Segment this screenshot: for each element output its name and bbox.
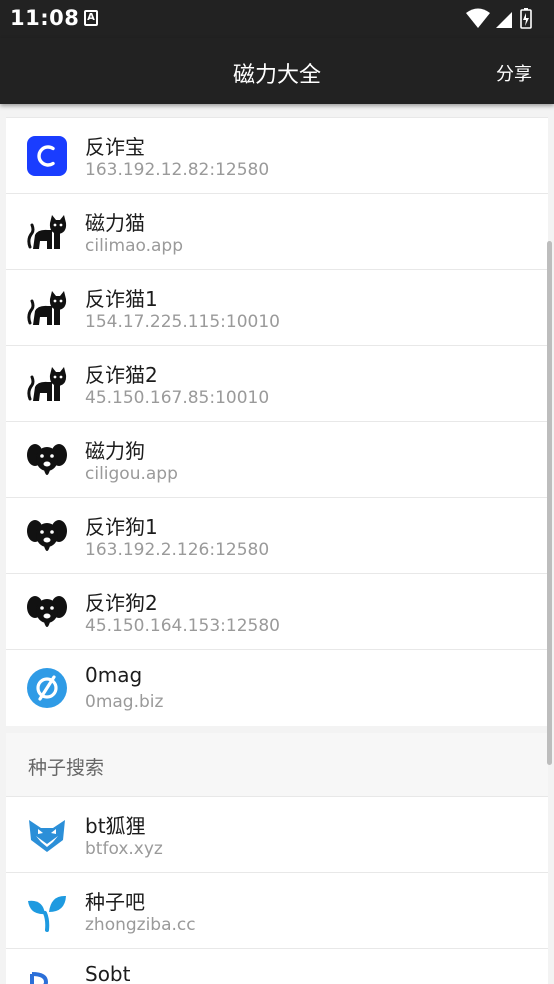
dog-icon (27, 520, 67, 551)
site-address: 154.17.225.115:10010 (85, 312, 280, 332)
empty-set-icon (27, 668, 67, 708)
page-title: 磁力大全 (232, 63, 321, 88)
list-item[interactable]: 反诈狗1 163.192.2.126:12580 (6, 498, 548, 574)
cat-icon (27, 291, 67, 325)
list-item[interactable]: 种子吧 zhongziba.cc (6, 873, 548, 949)
app-bar: 磁力大全 分享 (0, 38, 554, 104)
site-list: 反诈宝 163.192.12.82:12580 磁力猫 cilimao.app (6, 117, 548, 726)
site-address: cilimao.app (85, 236, 183, 256)
site-name: 反诈猫1 (85, 287, 158, 311)
site-name: 磁力猫 (85, 211, 145, 235)
list-item[interactable]: 0mag 0mag.biz (6, 650, 548, 726)
dog-icon (27, 596, 67, 627)
cat-icon (27, 367, 67, 401)
site-address: 45.150.167.85:10010 (85, 388, 270, 408)
site-name: 反诈狗1 (85, 515, 158, 539)
share-button[interactable]: 分享 (496, 60, 532, 86)
site-address: 45.150.164.153:12580 (85, 616, 280, 636)
cat-icon (27, 215, 67, 249)
site-address: zhongziba.cc (85, 915, 196, 935)
torrent-site-list: bt狐狸 btfox.xyz 种子吧 zhongziba.cc Sobt (6, 797, 548, 984)
site-name: 0mag (85, 663, 143, 687)
status-icons (466, 8, 532, 29)
wifi-icon (466, 8, 490, 28)
list-item[interactable]: 磁力猫 cilimao.app (6, 194, 548, 270)
sobt-logo-icon (30, 972, 49, 984)
signal-icon (496, 12, 512, 28)
site-name: bt狐狸 (85, 814, 146, 838)
site-name: 反诈猫2 (85, 363, 158, 387)
site-name: Sobt (85, 962, 131, 984)
site-name: 反诈狗2 (85, 591, 158, 615)
site-name: 种子吧 (85, 890, 145, 914)
list-item[interactable]: 反诈猫1 154.17.225.115:10010 (6, 270, 548, 346)
list-item[interactable]: 反诈狗2 45.150.164.153:12580 (6, 574, 548, 650)
site-name: 反诈宝 (85, 135, 145, 159)
list-item[interactable]: 反诈宝 163.192.12.82:12580 (6, 118, 548, 194)
sprout-icon (28, 895, 66, 932)
list-item[interactable]: 反诈猫2 45.150.167.85:10010 (6, 346, 548, 422)
content-list[interactable]: 反诈宝 163.192.12.82:12580 磁力猫 cilimao.app (0, 104, 554, 984)
section-header-torrent-search: 种子搜索 (6, 733, 548, 797)
section-title: 种子搜索 (28, 757, 105, 779)
status-time: 11:08 (10, 6, 80, 30)
site-address: ciligou.app (85, 464, 178, 484)
c-logo-icon (27, 136, 67, 176)
scrollbar[interactable] (547, 241, 552, 765)
site-address: 0mag.biz (85, 692, 164, 712)
list-item[interactable]: bt狐狸 btfox.xyz (6, 797, 548, 873)
dog-icon (27, 444, 67, 475)
fox-icon (29, 820, 65, 852)
site-name: 磁力狗 (85, 439, 145, 463)
status-bar: 11:08 A (0, 0, 554, 38)
list-item[interactable]: 磁力狗 ciligou.app (6, 422, 548, 498)
site-address: 163.192.2.126:12580 (85, 540, 270, 560)
list-item[interactable]: Sobt (6, 949, 548, 984)
site-address: 163.192.12.82:12580 (85, 160, 270, 180)
site-address: btfox.xyz (85, 839, 163, 859)
keyboard-notification-icon: A (84, 10, 98, 26)
